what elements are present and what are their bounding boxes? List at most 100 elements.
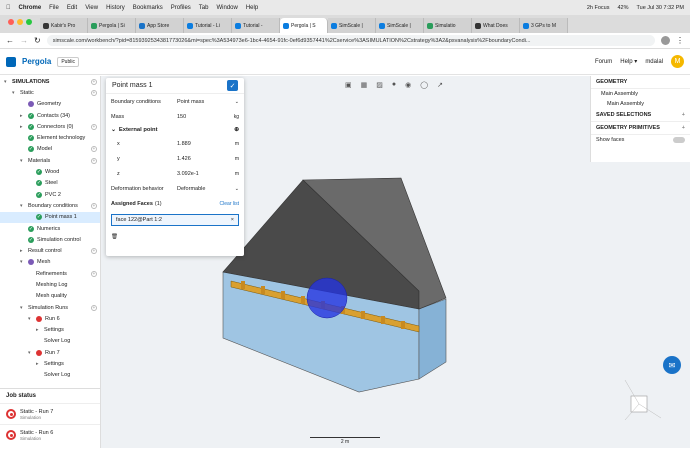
browser-tab[interactable]: App Store xyxy=(136,18,184,33)
chevron-down-icon[interactable]: ▾ xyxy=(28,316,33,322)
chevron-right-icon[interactable]: ▸ xyxy=(20,113,25,119)
assembly-item[interactable]: Main Assembly xyxy=(591,99,690,109)
tree-item[interactable]: ▾ Simulation Runs + xyxy=(0,302,100,313)
add-icon[interactable]: + xyxy=(91,89,97,96)
tree-item[interactable]: ▾ Mesh xyxy=(0,257,100,268)
delete-icon[interactable]: 🗑 xyxy=(111,234,118,240)
forum-link[interactable]: Forum xyxy=(595,59,612,65)
add-icon[interactable]: + xyxy=(91,304,97,311)
chevron-right-icon[interactable]: ▸ xyxy=(36,361,41,367)
mass-input[interactable]: 150 xyxy=(177,114,229,120)
chevron-down-icon[interactable]: ▾ xyxy=(20,259,25,265)
box-select-icon[interactable]: ▨ xyxy=(376,81,383,89)
battery-status[interactable]: 42% xyxy=(617,5,628,11)
tree-item[interactable]: Geometry xyxy=(0,99,100,110)
chevron-down-icon[interactable]: ▾ xyxy=(28,350,33,356)
tree-item[interactable]: Meshing Log xyxy=(0,279,100,290)
hide-icon[interactable]: ◉ xyxy=(405,81,411,89)
close-window-icon[interactable] xyxy=(8,19,14,25)
geometry-header[interactable]: GEOMETRY xyxy=(591,76,690,89)
tree-item[interactable]: ✓ Numerics xyxy=(0,223,100,234)
browser-tab[interactable]: Kabir's Pro xyxy=(40,18,88,33)
browser-tab[interactable]: Tutorial - xyxy=(232,18,280,33)
chevron-down-icon[interactable]: ▾ xyxy=(4,79,9,85)
app-name[interactable]: Chrome xyxy=(19,5,42,11)
geometry-primitives-header[interactable]: GEOMETRY PRIMITIVES + xyxy=(591,122,690,135)
z-input[interactable]: 3.092e-1 xyxy=(177,171,229,177)
tree-item[interactable]: ▾ Run 6 xyxy=(0,313,100,324)
tree-item[interactable]: ✓ Model + xyxy=(0,144,100,155)
browser-tab[interactable]: Simulatio xyxy=(424,18,472,33)
simscale-logo-icon[interactable] xyxy=(6,56,16,67)
pointer-icon[interactable]: ↗ xyxy=(437,81,443,89)
help-menu[interactable]: Help ▾ xyxy=(620,58,637,65)
saved-selections-header[interactable]: SAVED SELECTIONS + xyxy=(591,109,690,122)
deformation-select[interactable]: Deformable xyxy=(177,186,229,192)
crosshair-icon[interactable]: ⊕ xyxy=(234,127,239,133)
external-point-section[interactable]: ⌄ External point ⊕ xyxy=(106,124,244,136)
chevron-down-icon[interactable]: ▾ xyxy=(20,305,25,311)
chevron-down-icon[interactable]: ⌄ xyxy=(229,99,239,105)
project-title[interactable]: Pergola xyxy=(22,57,51,66)
browser-tab-active[interactable]: Pergola | S xyxy=(280,18,328,33)
minimize-window-icon[interactable] xyxy=(17,19,23,25)
add-icon[interactable]: + xyxy=(91,123,97,130)
clear-list-link[interactable]: Clear list xyxy=(220,201,239,207)
focus-timer[interactable]: 2h Focus xyxy=(587,5,610,11)
back-icon[interactable]: ← xyxy=(6,36,14,45)
tree-item[interactable]: Solver Log xyxy=(0,336,100,347)
menu-tab[interactable]: Tab xyxy=(199,5,209,11)
browser-tab[interactable]: What Does xyxy=(472,18,520,33)
browser-tab[interactable]: Pergola | Si xyxy=(88,18,136,33)
menu-view[interactable]: View xyxy=(85,5,98,11)
section-icon[interactable]: ◯ xyxy=(420,81,428,89)
tree-item[interactable]: ▸ ✓ Connectors (0) + xyxy=(0,121,100,132)
add-icon[interactable]: + xyxy=(91,78,97,85)
zoom-window-icon[interactable] xyxy=(26,19,32,25)
menu-window[interactable]: Window xyxy=(216,5,237,11)
tree-item[interactable]: Mesh quality xyxy=(0,291,100,302)
add-icon[interactable]: + xyxy=(91,157,97,164)
tree-item[interactable]: ▸ Settings xyxy=(0,325,100,336)
pin-icon[interactable]: ● xyxy=(392,81,396,89)
chevron-right-icon[interactable]: ▸ xyxy=(20,124,25,130)
chevron-down-icon[interactable]: ▾ xyxy=(12,90,17,96)
add-icon[interactable]: + xyxy=(91,270,97,277)
chat-button[interactable]: ✉ xyxy=(663,356,681,374)
chevron-right-icon[interactable]: ▸ xyxy=(20,248,25,254)
menu-history[interactable]: History xyxy=(106,5,125,11)
tree-item[interactable]: Solver Log xyxy=(0,370,100,381)
browser-tab[interactable]: SimScale | xyxy=(376,18,424,33)
tree-item[interactable]: ✓ Point mass 1 xyxy=(0,211,100,223)
profile-icon[interactable] xyxy=(661,36,670,45)
tree-item[interactable]: ▸ Result control + xyxy=(0,245,100,256)
show-faces-toggle[interactable]: Show faces xyxy=(591,135,690,145)
browser-tab[interactable]: 3 GPs to M xyxy=(520,18,568,33)
tree-item[interactable]: ▾ SIMULATIONS + xyxy=(0,76,100,87)
job-item[interactable]: Static - Run 6 Simulation xyxy=(0,424,100,445)
chevron-down-icon[interactable]: ▾ xyxy=(20,158,25,164)
tree-item[interactable]: ▾ Boundary conditions + xyxy=(0,200,100,211)
menu-profiles[interactable]: Profiles xyxy=(171,5,191,11)
tree-item[interactable]: ✓ Wood xyxy=(0,166,100,177)
apple-icon[interactable]:  xyxy=(6,5,11,11)
tree-item[interactable]: ✓ Element technology xyxy=(0,132,100,143)
username[interactable]: mdalal xyxy=(645,59,663,65)
menu-bookmarks[interactable]: Bookmarks xyxy=(133,5,163,11)
menu-help[interactable]: Help xyxy=(246,5,258,11)
tree-item[interactable]: ▸ Settings xyxy=(0,358,100,369)
forward-icon[interactable]: → xyxy=(20,36,28,45)
tree-item[interactable]: ✓ Steel xyxy=(0,178,100,189)
tree-item[interactable]: ▾ Run 7 xyxy=(0,347,100,358)
y-input[interactable]: 1.426 xyxy=(177,156,229,162)
browser-tab[interactable]: SimScale | xyxy=(328,18,376,33)
tree-item[interactable]: ▾ Static + xyxy=(0,87,100,98)
cube-view-icon[interactable]: ▣ xyxy=(345,81,352,89)
add-icon[interactable]: + xyxy=(91,146,97,153)
remove-icon[interactable]: × xyxy=(231,217,234,223)
browser-tab[interactable]: Tutorial - Li xyxy=(184,18,232,33)
avatar[interactable]: M xyxy=(671,55,684,68)
more-menu-icon[interactable]: ⋮ xyxy=(676,36,684,45)
x-input[interactable]: 1.889 xyxy=(177,141,229,147)
add-icon[interactable]: + xyxy=(91,202,97,209)
